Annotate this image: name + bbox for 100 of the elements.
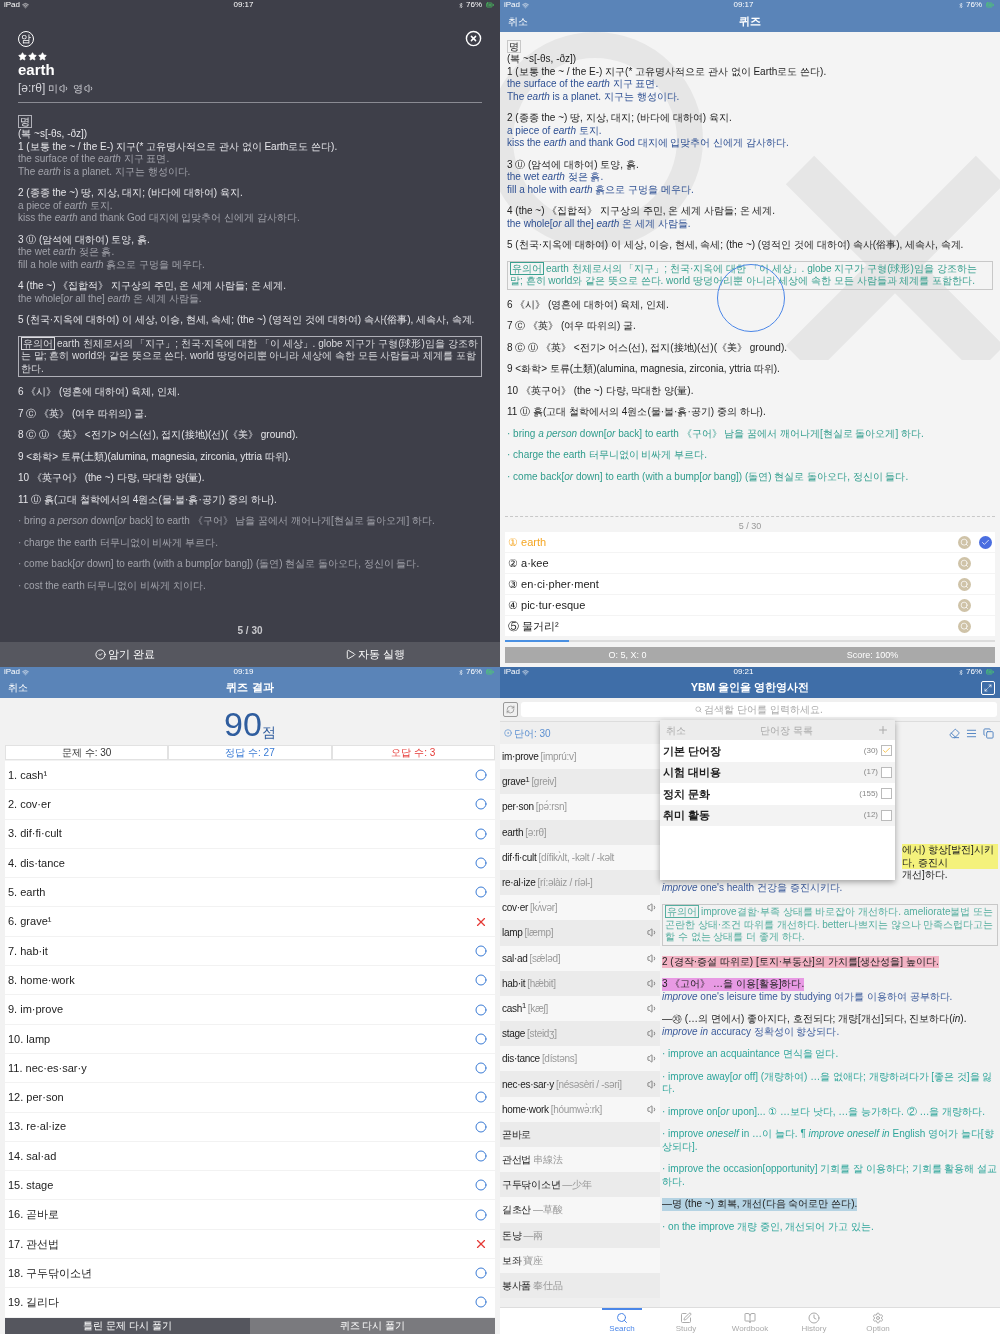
cancel-button[interactable]: 취소	[8, 680, 48, 695]
speaker-icon[interactable]	[647, 927, 658, 939]
word-list-item[interactable]: im·prove [imprú:v]	[500, 744, 660, 770]
word-list-item[interactable]: earth [ə:rθ]	[500, 819, 660, 845]
definition-text: 5 (천국·지옥에 대하여) 이 세상, 이승, 현세, 속세; (the ~) (영적인 것에 대하여) 속사(俗事), 세속사, 속계.	[18, 314, 475, 327]
score-text: Score: 100%	[845, 649, 900, 662]
tab-item[interactable]: Search	[602, 1308, 642, 1334]
speaker-icon[interactable]	[647, 1078, 658, 1090]
result-row[interactable]: 8. home·work	[5, 966, 495, 995]
word-list-item[interactable]: sal·ad [sǽləd]	[500, 945, 660, 971]
speaker-icon[interactable]	[647, 1103, 658, 1115]
idiom-text: · come back[or down] to earth (with a bump[or bang]) (돌연) 현실로 돌아오다, 정신이 들다.	[507, 470, 910, 483]
word-text: 19. 길리다	[8, 1295, 60, 1311]
result-row[interactable]: 19. 길리다	[5, 1288, 495, 1317]
speaker-icon[interactable]	[647, 977, 658, 989]
word-list-item[interactable]: grave$^{1}$ [greiv]	[500, 769, 660, 795]
vocabulary-list-item[interactable]: 취미 활동 (12)	[660, 804, 895, 826]
word-list-item[interactable]: 곧바로	[500, 1121, 660, 1147]
eraser-icon[interactable]	[949, 727, 960, 739]
battery-text: 76%	[966, 667, 982, 677]
search-icon[interactable]	[958, 577, 971, 591]
speaker-icon[interactable]	[647, 1053, 658, 1065]
vocabulary-list-item[interactable]: 시험 대비용 (17)	[660, 761, 895, 783]
word-list-item[interactable]: 길초산 —草酸	[500, 1197, 660, 1223]
definition-text: 2 (종종 the ~) 땅, 지상, 대지; (바다에 대하여) 육지.	[507, 112, 732, 125]
word-list-item[interactable]: 구두닦이소년 —少年	[500, 1172, 660, 1198]
result-row[interactable]: 5. earth	[5, 878, 495, 907]
checkbox[interactable]	[881, 745, 892, 757]
word-list-item[interactable]: 보좌 寶座	[500, 1247, 660, 1273]
word-list-item[interactable]: dif·fi·cult [dífikʌ̀lt, -kəlt / -kəlt	[500, 844, 660, 870]
result-row[interactable]: 9. im·prove	[5, 995, 495, 1024]
word-list-item[interactable]: 봉사품 奉仕品	[500, 1272, 660, 1299]
retry-quiz-button[interactable]: 퀴즈 다시 풀기	[250, 1317, 495, 1334]
word-list-item[interactable]: re·al·ize [rí:əlàiz / ríəl-]	[500, 869, 660, 896]
answer-option[interactable]: ⑤ 물거리²	[505, 616, 995, 636]
result-row[interactable]: 15. stage	[5, 1171, 495, 1200]
answer-option[interactable]: ③ en·ci·pher·ment	[505, 574, 995, 594]
refresh-icon[interactable]	[503, 702, 518, 717]
speaker-icon[interactable]	[647, 1028, 658, 1040]
battery-icon	[984, 1, 996, 9]
result-row[interactable]: 1. cash¹	[5, 761, 495, 790]
checkbox[interactable]	[881, 788, 892, 800]
definition-text: 4 (the ~) 《집합적》 지구상의 주민, 온 세계 사람들; 온 세계.	[18, 280, 287, 293]
result-row[interactable]: 16. 곧바로	[5, 1200, 495, 1229]
example-text: improve in accuracy 정확성이 향상되다.	[662, 1025, 841, 1038]
word-list-item[interactable]: per·son [pə́:rsn]	[500, 794, 660, 820]
search-icon[interactable]	[958, 598, 971, 612]
word-list-item[interactable]: hab·it [hǽbit]	[500, 970, 660, 996]
result-row[interactable]: 18. 구두닦이소년	[5, 1259, 495, 1288]
result-row[interactable]: 17. 관선법	[5, 1229, 495, 1259]
definition-text: 7 Ⓒ 《英》 (여우 따위의) 굴.	[18, 407, 147, 420]
vocabulary-list-item[interactable]: 기본 단어장 (30)	[660, 740, 895, 762]
word-text: 18. 구두닦이소년	[8, 1265, 93, 1281]
popup-title: 단어장 목록	[759, 723, 814, 738]
expand-icon[interactable]	[981, 680, 995, 695]
cancel-button[interactable]: 취소	[508, 13, 548, 29]
carrier-text: iPad	[4, 0, 20, 10]
result-row[interactable]: 11. nec·es·sar·y	[5, 1053, 495, 1083]
audio-button[interactable]: 영	[73, 80, 96, 96]
word-list-item[interactable]: stage [steidʒ]	[500, 1021, 660, 1047]
word-list-item[interactable]: nec·es·sar·y [nésəsèri / -səri]	[500, 1071, 660, 1097]
audio-button[interactable]: 미	[48, 80, 71, 96]
add-icon[interactable]	[877, 724, 889, 736]
word-list-item[interactable]: 돈냥 —兩	[500, 1222, 660, 1248]
search-icon[interactable]	[958, 619, 971, 633]
result-row[interactable]: 6. grave¹	[5, 907, 495, 936]
autoplay-button[interactable]: 자동 실행	[250, 642, 500, 667]
stat-text: 정답 수: 27	[168, 745, 332, 760]
example-text: fill a hole with earth 흙으로 구멍을 메우다.	[18, 258, 206, 271]
checkbox[interactable]	[881, 766, 892, 778]
search-icon[interactable]	[958, 556, 971, 570]
word-list-item[interactable]: 관선법 串線法	[500, 1147, 660, 1173]
answer-option[interactable]: ② a·kee	[505, 553, 995, 573]
speaker-icon[interactable]	[647, 952, 658, 964]
result-row[interactable]: 2. cov·er	[5, 790, 495, 819]
example-text: kiss the earth and thank God 대지에 입맞추어 신에게 감사하다.	[507, 137, 790, 150]
result-row[interactable]: 12. per·son	[5, 1083, 495, 1112]
result-row[interactable]: 10. lamp	[5, 1024, 495, 1053]
result-row[interactable]: 14. sal·ad	[5, 1141, 495, 1171]
result-row[interactable]: 3. dif·fi·cult	[5, 819, 495, 848]
speaker-icon[interactable]	[647, 1002, 658, 1014]
answer-option[interactable]: ④ pic·tur·esque	[505, 595, 995, 615]
checkbox[interactable]	[881, 809, 892, 821]
search-icon[interactable]	[958, 535, 971, 549]
word-list-item[interactable]: home·work [hóumwə̀:rk]	[500, 1096, 660, 1122]
result-row[interactable]: 7. hab·it	[5, 936, 495, 966]
screen-title: 퀴즈 결과	[225, 680, 275, 696]
retry-wrong-button[interactable]: 틀린 문제 다시 풀기	[5, 1317, 250, 1334]
vocabulary-list-item[interactable]: 정치 문화 (155)	[660, 783, 895, 805]
close-icon[interactable]	[465, 30, 482, 47]
copy-icon[interactable]	[983, 727, 994, 739]
word-list-item[interactable]: dis·tance [dístəns]	[500, 1046, 660, 1072]
speaker-icon[interactable]	[647, 902, 658, 914]
word-list-item[interactable]: cash$^{1}$ [kæʃ]	[500, 995, 660, 1022]
list-icon[interactable]	[966, 727, 977, 739]
word-list-item[interactable]: lamp [læmp]	[500, 920, 660, 946]
result-row[interactable]: 4. dis·tance	[5, 848, 495, 878]
memorized-button[interactable]: 암기 완료	[0, 642, 250, 667]
word-list-item[interactable]: cov·er [kʌ́vər]	[500, 895, 660, 921]
result-row[interactable]: 13. re·al·ize	[5, 1112, 495, 1141]
